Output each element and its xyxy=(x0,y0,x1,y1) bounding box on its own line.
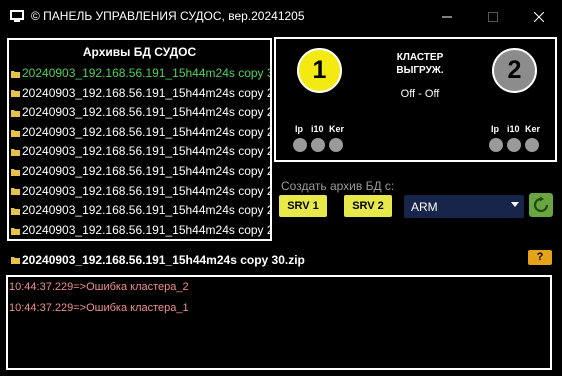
create-archive-label: Создать архив БД с: xyxy=(281,179,395,193)
archive-filename: 20240903_192.168.56.191_15h44m24s copy 2… xyxy=(22,163,272,178)
folder-icon xyxy=(11,207,20,215)
cluster-panel: 1 КЛАСТЕР ВЫГРУЖ. Off - Off 2 Ip i10 Ker… xyxy=(274,37,557,162)
log-line: 10:44:37.229=>Ошибка кластера_1 xyxy=(9,302,189,314)
archive-filename: 20240903_192.168.56.191_15h44m24s copy 2… xyxy=(22,144,272,159)
window-title: © ПАНЕЛЬ УПРАВЛЕНИЯ СУДОС, вер.20241205 xyxy=(31,9,305,23)
node-2-indicator: 2 xyxy=(492,48,537,93)
select-value: ARM xyxy=(411,200,438,214)
archive-filename: 20240903_192.168.56.191_15h44m24s copy 2… xyxy=(22,183,272,198)
selected-file-name: 20240903_192.168.56.191_15h44m24s copy 3… xyxy=(22,253,305,267)
folder-icon xyxy=(11,70,20,78)
folder-icon xyxy=(11,227,20,235)
list-item[interactable]: 20240903_192.168.56.191_15h44m24s copy 2… xyxy=(9,221,272,239)
list-item[interactable]: 20240903_192.168.56.191_15h44m24s copy 3… xyxy=(9,64,270,84)
cluster-label: КЛАСТЕР ВЫГРУЖ. xyxy=(396,52,444,76)
maximize-icon xyxy=(488,11,498,22)
list-item[interactable]: 20240903_192.168.56.191_15h44m24s copy 2… xyxy=(9,103,270,123)
log-line: 10:44:37.229=>Ошибка кластера_2 xyxy=(9,281,189,293)
close-button[interactable] xyxy=(516,0,562,33)
archives-panel: Архивы БД СУДОС 20240903_192.168.56.191_… xyxy=(7,38,272,241)
node-2-i10-label: i10 xyxy=(507,124,520,134)
list-item[interactable]: 20240903_192.168.56.191_15h44m24s copy 2… xyxy=(9,182,270,202)
node-2-ip-led xyxy=(489,138,503,152)
minimize-button[interactable] xyxy=(424,0,470,33)
node-2-ker-label: Ker xyxy=(525,124,541,134)
refresh-button[interactable] xyxy=(529,193,553,217)
folder-icon xyxy=(11,129,20,137)
folder-icon xyxy=(11,90,20,98)
folder-icon xyxy=(11,168,20,176)
list-item[interactable]: 20240903_192.168.56.191_15h44m24s copy 2… xyxy=(9,162,270,182)
minimize-icon xyxy=(442,16,452,17)
node-2-ker-led xyxy=(525,138,539,152)
title-bar: © ПАНЕЛЬ УПРАВЛЕНИЯ СУДОС, вер.20241205 xyxy=(0,0,562,33)
archive-filename: 20240903_192.168.56.191_15h44m24s copy 2… xyxy=(22,203,272,218)
node-1-i10-led xyxy=(311,138,325,152)
archive-filename: 20240903_192.168.56.191_15h44m24s copy 2… xyxy=(22,85,272,100)
close-icon xyxy=(534,11,544,22)
archive-filename: 20240903_192.168.56.191_15h44m24s copy 2… xyxy=(22,222,272,237)
folder-icon xyxy=(11,257,20,264)
archive-filename: 20240903_192.168.56.191_15h44m24s copy 2… xyxy=(22,105,272,120)
node-2-ip-label: Ip xyxy=(491,124,499,134)
node-1-ip-led xyxy=(293,138,307,152)
app-icon xyxy=(10,10,24,22)
archive-filename: 20240903_192.168.56.191_15h44m24s copy 2… xyxy=(22,124,272,139)
list-item[interactable]: 20240903_192.168.56.191_15h44m24s copy 2… xyxy=(9,142,270,162)
refresh-icon xyxy=(533,196,549,213)
node-1-ip-label: Ip xyxy=(295,124,303,134)
help-button[interactable]: ? xyxy=(528,250,552,265)
cluster-status: Off - Off xyxy=(400,88,440,100)
arm-select[interactable]: ARM xyxy=(404,195,524,218)
node-1-indicator: 1 xyxy=(297,48,342,93)
archives-header: Архивы БД СУДОС xyxy=(82,45,197,59)
maximize-button[interactable] xyxy=(470,0,516,33)
folder-icon xyxy=(11,149,20,157)
list-item[interactable]: 20240903_192.168.56.191_15h44m24s copy 2… xyxy=(9,123,270,143)
node-1-ker-label: Ker xyxy=(329,124,345,134)
srv2-button[interactable]: SRV 2 xyxy=(344,195,392,217)
chevron-down-icon xyxy=(511,202,519,207)
node-2-i10-led xyxy=(507,138,521,152)
selected-file: 20240903_192.168.56.191_15h44m24s copy 3… xyxy=(11,253,305,267)
node-1-ker-led xyxy=(329,138,343,152)
list-item[interactable]: 20240903_192.168.56.191_15h44m24s copy 2… xyxy=(9,84,270,104)
srv1-button[interactable]: SRV 1 xyxy=(279,195,327,217)
archive-filename: 20240903_192.168.56.191_15h44m24s copy 3… xyxy=(22,66,272,80)
log-panel[interactable]: 10:44:37.229=>Ошибка кластера_2 10:44:37… xyxy=(6,275,552,370)
node-1-i10-label: i10 xyxy=(311,124,324,134)
list-item[interactable]: 20240903_192.168.56.191_15h44m24s copy 2… xyxy=(9,201,270,221)
folder-icon xyxy=(11,188,20,196)
folder-icon xyxy=(11,109,20,117)
archives-list[interactable]: 20240903_192.168.56.191_15h44m24s copy 3… xyxy=(9,64,272,239)
